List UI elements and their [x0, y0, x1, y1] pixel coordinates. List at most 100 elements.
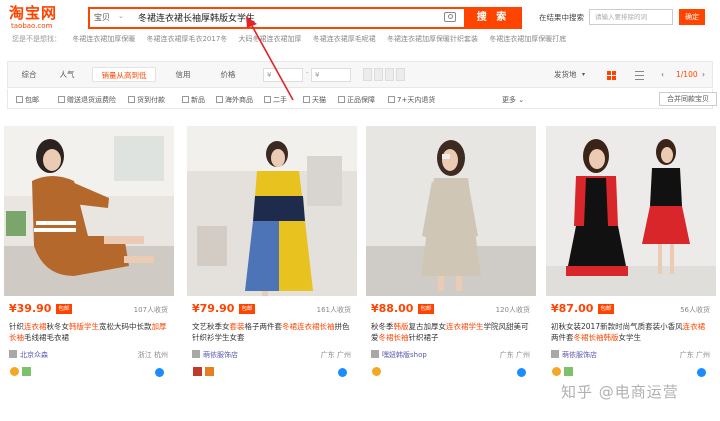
- site-header: 淘宝网 taobao.com 宝贝 ⌄ 冬裙连衣裙长袖厚韩版女学生 搜 索 在结…: [0, 0, 720, 64]
- gold-seller-icon: [552, 367, 561, 376]
- product-image[interactable]: [366, 126, 536, 296]
- sort-credit[interactable]: 信用: [168, 67, 198, 82]
- grid-view-icon[interactable]: [607, 71, 616, 80]
- shop-link[interactable]: 嘿妞韩版shop: [371, 350, 427, 360]
- product-card[interactable]: ¥87.00 包邮 56人收货 初秋女装2017新款时尚气质套装小香风连衣裙两件…: [546, 118, 716, 421]
- product-card[interactable]: ¥88.00 包邮 120人收货 秋冬季韩版复古加厚女连衣裙学生学院风甜美可爱冬…: [366, 118, 536, 421]
- product-image[interactable]: [546, 126, 716, 296]
- price-range-bar[interactable]: [385, 68, 394, 81]
- suggestion-link[interactable]: 冬裙连衣裙加厚保暖打底: [489, 35, 566, 43]
- suggestion-link[interactable]: 冬裙连衣裙加厚保暖针织套装: [387, 35, 478, 43]
- product-title[interactable]: 秋冬季韩版复古加厚女连衣裙学生学院风甜美可爱冬裙长袖针织裙子: [371, 321, 531, 343]
- gold-seller-icon: [10, 367, 19, 376]
- free-shipping-tag: 包邮: [239, 304, 255, 314]
- sort-price[interactable]: 价格: [208, 67, 248, 82]
- price-max-input[interactable]: ¥: [311, 68, 351, 82]
- chevron-down-icon[interactable]: ⌄: [118, 12, 124, 20]
- search-scope-select[interactable]: 宝贝: [94, 12, 110, 23]
- prev-page-button[interactable]: ‹: [661, 67, 664, 82]
- logo-domain: taobao.com: [11, 22, 53, 30]
- shop-icon: [9, 350, 17, 358]
- confirm-button[interactable]: 确定: [679, 9, 705, 25]
- tmall-icon: [193, 367, 202, 376]
- chat-icon[interactable]: [338, 368, 347, 377]
- product-price: ¥39.90: [9, 302, 52, 315]
- product-price: ¥87.00: [551, 302, 594, 315]
- search-button[interactable]: 搜 索: [464, 7, 522, 29]
- product-image[interactable]: [4, 126, 174, 296]
- product-price: ¥88.00: [371, 302, 414, 315]
- exclude-words-input[interactable]: 请输入要排除的词: [589, 9, 673, 25]
- taobao-logo[interactable]: 淘宝网 taobao.com: [9, 5, 71, 31]
- product-image[interactable]: [187, 126, 357, 296]
- free-shipping-tag: 包邮: [418, 304, 434, 314]
- sold-count: 161人收货: [316, 306, 351, 314]
- shop-link[interactable]: 萌依服饰店: [192, 350, 238, 360]
- product-title[interactable]: 针织连衣裙秋冬女韩版学生宽松大码中长款加厚长袖毛线裙毛衣裙: [9, 321, 169, 343]
- more-filters-button[interactable]: 更多 ⌄: [502, 95, 524, 105]
- filter-7day-return[interactable]: 7+天内退货: [388, 95, 435, 105]
- ship-from-select[interactable]: 发货地: [554, 67, 577, 82]
- shop-icon: [551, 350, 559, 358]
- product-title[interactable]: 文艺秋季女套装格子两件套冬裙连衣裙长袖拼色针织衫学生女套: [192, 321, 352, 343]
- filter-overseas[interactable]: 海外商品: [216, 95, 253, 105]
- product-card[interactable]: ¥79.90 包邮 161人收货 文艺秋季女套装格子两件套冬裙连衣裙长袖拼色针织…: [187, 118, 357, 421]
- suggestion-link[interactable]: 大码冬裙连衣裙加厚: [239, 35, 302, 43]
- price-range-bar[interactable]: [363, 68, 372, 81]
- free-shipping-tag: 包邮: [598, 304, 614, 314]
- consumer-guarantee-icon: [22, 367, 31, 376]
- shop-link[interactable]: 北京众森: [9, 350, 48, 360]
- filter-new[interactable]: 新品: [182, 95, 205, 105]
- search-within-label: 在结果中搜索: [539, 13, 584, 22]
- next-page-button[interactable]: ›: [702, 67, 705, 82]
- sort-popularity[interactable]: 人气: [52, 67, 82, 82]
- sort-sales[interactable]: 销量从高到低: [92, 67, 156, 82]
- price-range-bar[interactable]: [396, 68, 405, 81]
- filter-tmall[interactable]: 天猫: [303, 95, 326, 105]
- sort-overall[interactable]: 综合: [14, 67, 44, 82]
- page-indicator: 1/100: [676, 70, 698, 79]
- merge-same-items-button[interactable]: 合并同款宝贝: [659, 92, 717, 106]
- price-range-bar[interactable]: [374, 68, 383, 81]
- search-input[interactable]: 冬裙连衣裙长袖厚韩版女学生: [138, 11, 255, 24]
- price-min-input[interactable]: ¥: [263, 68, 303, 82]
- logo-text: 淘宝网: [9, 4, 58, 22]
- shop-link[interactable]: 萌依服饰店: [551, 350, 597, 360]
- product-card[interactable]: ¥39.90 包邮 107人收货 针织连衣裙秋冬女韩版学生宽松大码中长款加厚长袖…: [4, 118, 174, 421]
- camera-icon[interactable]: [444, 12, 456, 22]
- free-shipping-tag: 包邮: [56, 304, 72, 314]
- shop-location: 广东 广州: [499, 351, 530, 359]
- sort-toolbar: 综合 人气 销量从高到低 信用 价格 ¥ - ¥ 发货地 ▾ ‹ 1/100 ›: [7, 61, 713, 88]
- filter-cod[interactable]: 货到付款: [128, 95, 165, 105]
- sold-count: 107人收货: [133, 306, 168, 314]
- product-title[interactable]: 初秋女装2017新款时尚气质套装小香风连衣裙两件套冬裙长袖韩版女学生: [551, 321, 711, 343]
- gold-seller-icon: [372, 367, 381, 376]
- consumer-guarantee-icon: [564, 367, 573, 376]
- seller-badge-icon: [205, 367, 214, 376]
- suggested-searches: 您是不是想找： 冬裙连衣裙加厚保暖 冬裙连衣裙厚毛衣2017冬 大码冬裙连衣裙加…: [12, 34, 712, 46]
- suggestion-link[interactable]: 冬裙连衣裙加厚保暖: [72, 35, 135, 43]
- product-price: ¥79.90: [192, 302, 235, 315]
- list-view-icon[interactable]: [635, 71, 644, 80]
- chat-icon[interactable]: [517, 368, 526, 377]
- shop-icon: [371, 350, 379, 358]
- shop-icon: [192, 350, 200, 358]
- filter-free-shipping[interactable]: 包邮: [16, 95, 39, 105]
- suggestion-link[interactable]: 冬裙连衣裙厚毛呢裙: [313, 35, 376, 43]
- filter-return-insurance[interactable]: 赠送退货运费险: [58, 95, 116, 105]
- filter-bar: 包邮 赠送退货运费险 货到付款 新品 海外商品 二手 天猫 正品保障 7+天内退…: [7, 89, 717, 109]
- shop-location: 广东 广州: [679, 351, 710, 359]
- chat-icon[interactable]: [697, 368, 706, 377]
- price-dash: -: [306, 69, 309, 77]
- sold-count: 120人收货: [495, 306, 530, 314]
- filter-second-hand[interactable]: 二手: [264, 95, 287, 105]
- filter-genuine[interactable]: 正品保障: [338, 95, 375, 105]
- search-box: 宝贝 ⌄ 冬裙连衣裙长袖厚韩版女学生 搜 索: [88, 7, 522, 29]
- suggestion-link[interactable]: 冬裙连衣裙厚毛衣2017冬: [146, 35, 227, 43]
- chevron-down-icon[interactable]: ▾: [582, 67, 585, 82]
- shop-location: 浙江 杭州: [137, 351, 168, 359]
- suggested-label: 您是不是想找：: [12, 35, 61, 43]
- chat-icon[interactable]: [155, 368, 164, 377]
- shop-location: 广东 广州: [320, 351, 351, 359]
- sold-count: 56人收货: [680, 306, 710, 314]
